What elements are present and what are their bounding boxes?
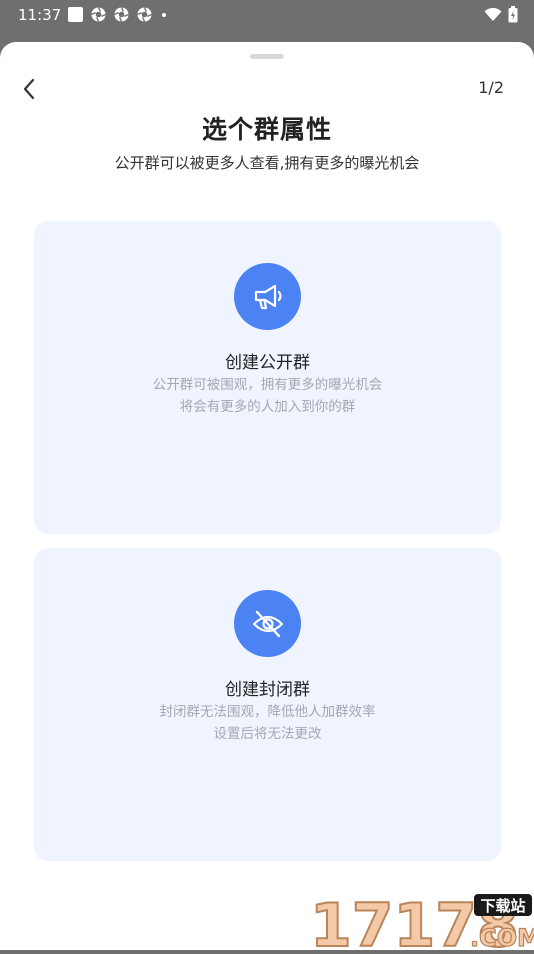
option-description-line: 封闭群无法围观，降低他人加群效率 xyxy=(159,704,376,720)
eye-off-icon xyxy=(234,590,301,657)
step-indicator: 1/2 xyxy=(478,78,504,97)
watermark-label: 下载站 xyxy=(480,897,525,915)
watermark-domain: .COM xyxy=(470,924,534,950)
megaphone-icon xyxy=(234,263,301,330)
option-description: 封闭群无法围观，降低他人加群效率 设置后将无法更改 xyxy=(34,701,501,745)
chevron-left-icon xyxy=(23,78,35,100)
option-description-line: 将会有更多的人加入到你的群 xyxy=(179,399,356,415)
option-title: 创建封闭群 xyxy=(225,680,310,700)
aperture-icon xyxy=(137,7,152,22)
option-description-line: 设置后将无法更改 xyxy=(213,726,322,742)
option-description-line: 公开群可被围观，拥有更多的曝光机会 xyxy=(152,377,383,393)
site-watermark: 17178 下载站 .COM xyxy=(309,880,534,954)
page-title: 选个群属性 xyxy=(201,115,332,144)
more-notifications-dot xyxy=(162,12,166,17)
option-description: 公开群可被围观，拥有更多的曝光机会 将会有更多的人加入到你的群 xyxy=(34,374,501,418)
system-icons xyxy=(484,6,518,23)
create-closed-group-card[interactable]: 创建封闭群 封闭群无法围观，降低他人加群效率 设置后将无法更改 xyxy=(34,548,501,861)
watermark-logo: 17178 下载站 .COM xyxy=(309,890,534,954)
wifi-icon xyxy=(484,7,502,21)
status-time: 11:37 xyxy=(18,6,62,24)
option-title: 创建公开群 xyxy=(225,353,310,373)
battery-icon xyxy=(508,6,518,23)
aperture-icon xyxy=(114,7,129,22)
create-public-group-card[interactable]: 创建公开群 公开群可被围观，拥有更多的曝光机会 将会有更多的人加入到你的群 xyxy=(34,221,501,534)
status-bar: 11:37 xyxy=(0,0,534,30)
back-button[interactable] xyxy=(12,72,46,106)
group-type-sheet: 1/2 选个群属性 公开群可以被更多人查看,拥有更多的曝光机会 创建公开群 公开… xyxy=(0,42,534,950)
drag-handle[interactable] xyxy=(250,54,284,59)
page-subtitle: 公开群可以被更多人查看,拥有更多的曝光机会 xyxy=(114,154,420,172)
notification-app-icon xyxy=(68,7,83,22)
aperture-icon xyxy=(91,7,106,22)
notification-icons xyxy=(68,7,166,22)
